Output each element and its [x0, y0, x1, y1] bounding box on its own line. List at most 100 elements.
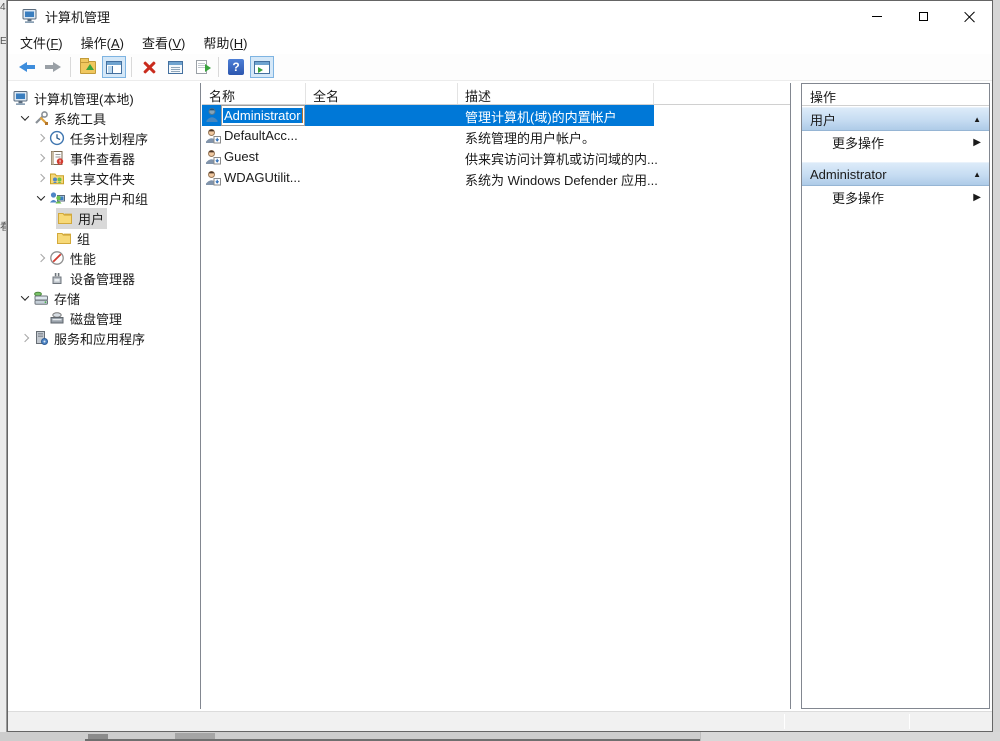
- tree-item-users[interactable]: 用户: [8, 208, 200, 228]
- chevron-collapsed-icon[interactable]: [33, 155, 49, 161]
- tree-item-groups[interactable]: 组: [8, 228, 200, 248]
- menu-help[interactable]: 帮助(H): [194, 31, 256, 54]
- tree-item-storage[interactable]: 存储: [8, 288, 200, 308]
- tree-item-device-manager[interactable]: 设备管理器: [8, 268, 200, 288]
- services-applications-icon: [33, 330, 49, 346]
- show-console-tree-button[interactable]: [102, 56, 126, 78]
- tree-item-computer-management[interactable]: 计算机管理(本地): [8, 88, 200, 108]
- maximize-button[interactable]: [900, 1, 946, 31]
- menu-view[interactable]: 查看(V): [133, 31, 194, 54]
- user-list-panel: 名称 全名 描述 管理计算机(域)的内置帐户 Administrator Def…: [202, 83, 791, 709]
- actions-section-administrator[interactable]: Administrator: [802, 162, 989, 186]
- background-window-sliver: 4 E 看: [0, 0, 7, 732]
- titlebar[interactable]: 计算机管理: [8, 1, 992, 31]
- content-area: 计算机管理(本地) 系统工具 任务计划程序 事件查看器 共享文件夹: [8, 81, 992, 711]
- user-account-icon: [205, 107, 221, 123]
- chevron-collapsed-icon[interactable]: [33, 135, 49, 141]
- computer-icon: [13, 90, 29, 106]
- forward-button[interactable]: [41, 56, 65, 78]
- user-account-disabled-icon: [205, 149, 221, 165]
- collapse-triangle-up-icon[interactable]: [973, 115, 981, 124]
- user-account-disabled-icon: [205, 128, 221, 144]
- text-caret: [302, 108, 303, 123]
- actions-section-users[interactable]: 用户: [802, 107, 989, 131]
- column-header-fullname[interactable]: 全名: [306, 83, 458, 104]
- toolbar-separator: [131, 57, 132, 77]
- properties-button[interactable]: [163, 56, 187, 78]
- action-pane-window-icon: [254, 61, 270, 74]
- statusbar: [8, 711, 992, 731]
- chevron-expanded-icon[interactable]: [33, 195, 49, 201]
- background-text-fragment: E: [0, 36, 7, 47]
- folder-icon: [56, 230, 72, 246]
- list-row-defaultaccount[interactable]: DefaultAcc... 系统管理的用户帐户。: [202, 126, 790, 147]
- row-name: WDAGUtilit...: [224, 170, 301, 185]
- tree-item-local-users-and-groups[interactable]: 本地用户和组: [8, 188, 200, 208]
- forward-arrow-icon: [45, 62, 61, 72]
- computer-management-window: 计算机管理 文件(F) 操作(A) 查看(V) 帮助(H): [7, 0, 993, 732]
- tree-item-services-and-applications[interactable]: 服务和应用程序: [8, 328, 200, 348]
- performance-gauge-icon: [49, 250, 65, 266]
- folder-icon: [57, 210, 73, 226]
- device-manager-usb-icon: [49, 270, 65, 286]
- statusbar-divider: [909, 714, 910, 729]
- tree-item-task-scheduler[interactable]: 任务计划程序: [8, 128, 200, 148]
- chevron-expanded-icon[interactable]: [17, 115, 33, 121]
- menubar: 文件(F) 操作(A) 查看(V) 帮助(H): [8, 31, 992, 54]
- list-row-guest[interactable]: Guest 供来宾访问计算机或访问域的内...: [202, 147, 790, 168]
- console-tree-panel: 计算机管理(本地) 系统工具 任务计划程序 事件查看器 共享文件夹: [8, 83, 201, 709]
- actions-panel: 操作 用户 更多操作 Administrator 更多操作: [801, 83, 990, 709]
- tree-item-system-tools[interactable]: 系统工具: [8, 108, 200, 128]
- collapse-triangle-up-icon[interactable]: [973, 170, 981, 179]
- submenu-triangle-right-icon: [973, 192, 981, 203]
- toolbar-separator: [218, 57, 219, 77]
- console-tree-window-icon: [106, 61, 122, 74]
- local-users-groups-icon: [49, 190, 65, 206]
- rename-edit-box[interactable]: Administrator: [221, 105, 305, 126]
- delete-x-icon: [143, 61, 156, 74]
- system-tools-icon: [33, 110, 49, 126]
- background-text-fragment: 看: [0, 218, 7, 233]
- back-button[interactable]: [15, 56, 39, 78]
- computer-icon: [22, 8, 38, 24]
- statusbar-divider: [784, 714, 785, 729]
- list-row-administrator[interactable]: 管理计算机(域)的内置帐户 Administrator: [202, 105, 654, 126]
- chevron-collapsed-icon[interactable]: [33, 175, 49, 181]
- help-button[interactable]: [224, 56, 248, 78]
- selected-text: Administrator: [223, 108, 302, 123]
- up-folder-icon: [80, 61, 96, 74]
- chevron-expanded-icon[interactable]: [17, 295, 33, 301]
- back-arrow-icon: [19, 62, 35, 72]
- tree-item-performance[interactable]: 性能: [8, 248, 200, 268]
- row-name: Guest: [224, 149, 259, 164]
- background-bottom-strip: [0, 732, 1000, 741]
- disk-management-icon: [49, 310, 65, 326]
- tree-item-event-viewer[interactable]: 事件查看器: [8, 148, 200, 168]
- properties-window-icon: [168, 61, 183, 74]
- show-action-pane-button[interactable]: [250, 56, 274, 78]
- minimize-button[interactable]: [854, 1, 900, 31]
- chevron-collapsed-icon[interactable]: [17, 335, 33, 341]
- task-scheduler-clock-icon: [49, 130, 65, 146]
- tree-item-disk-management[interactable]: 磁盘管理: [8, 308, 200, 328]
- tree-item-shared-folders[interactable]: 共享文件夹: [8, 168, 200, 188]
- delete-button[interactable]: [137, 56, 161, 78]
- column-header-name[interactable]: 名称: [202, 83, 306, 104]
- list-row-wdagutilityaccount[interactable]: WDAGUtilit... 系统为 Windows Defender 应用...: [202, 168, 790, 189]
- more-actions-users[interactable]: 更多操作: [802, 131, 989, 153]
- more-actions-administrator[interactable]: 更多操作: [802, 186, 989, 208]
- row-name: DefaultAcc...: [224, 128, 298, 143]
- close-button[interactable]: [946, 1, 992, 31]
- chevron-collapsed-icon[interactable]: [33, 255, 49, 261]
- toolbar-separator: [70, 57, 71, 77]
- user-account-disabled-icon: [205, 170, 221, 186]
- column-header-description[interactable]: 描述: [458, 83, 654, 104]
- row-description: 系统管理的用户帐户。: [465, 128, 595, 147]
- list-header: 名称 全名 描述: [202, 83, 790, 105]
- event-viewer-log-icon: [49, 150, 65, 166]
- shared-folder-icon: [49, 170, 65, 186]
- menu-action[interactable]: 操作(A): [72, 31, 133, 54]
- up-one-level-button[interactable]: [76, 56, 100, 78]
- menu-file[interactable]: 文件(F): [11, 31, 72, 54]
- export-list-button[interactable]: [189, 56, 213, 78]
